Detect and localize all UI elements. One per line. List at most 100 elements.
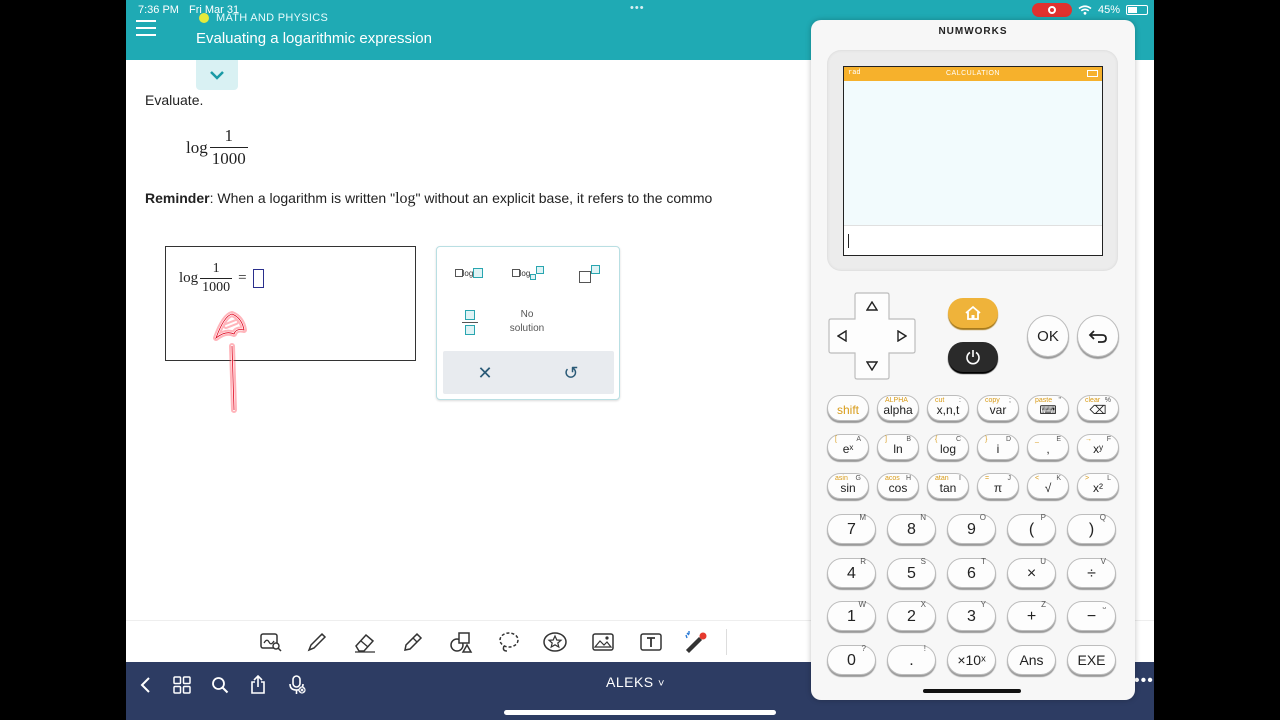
calc-key-shift-label: copy [985, 397, 1000, 404]
sticker-icon[interactable] [542, 629, 568, 655]
arrow-up-button[interactable] [861, 295, 883, 317]
calc-key-1-2[interactable]: log{C [927, 434, 969, 460]
calc-numkey-3-4[interactable]: EXE [1067, 644, 1116, 675]
calc-key-0-0[interactable]: shift [827, 395, 869, 421]
arrow-down-button[interactable] [861, 355, 883, 377]
collapse-header-button[interactable] [196, 60, 238, 90]
calc-key-alpha-label: K [1056, 475, 1061, 482]
calc-numkey-2-0[interactable]: 1W [827, 600, 876, 631]
calc-numkey-alpha-label: W [858, 600, 866, 609]
calc-key-2-4[interactable]: √ < K [1027, 473, 1069, 499]
handwriting-search-icon[interactable] [258, 629, 284, 655]
calc-key-shift-label: cut [935, 397, 945, 404]
calc-key-0-1[interactable]: alpha ALPHA [877, 395, 919, 421]
search-icon[interactable] [209, 674, 231, 696]
log-subscript-button[interactable]: log [505, 261, 551, 285]
share-icon[interactable] [247, 674, 269, 696]
calc-key-1-3[interactable]: i} D [977, 434, 1019, 460]
chevron-down-icon [210, 71, 224, 80]
calc-key-2-0[interactable]: sin asin G [827, 473, 869, 499]
calc-numkey-2-4[interactable]: − ⎵ [1067, 600, 1116, 631]
hamburger-menu-icon[interactable] [136, 20, 156, 36]
calc-numkey-label: ) [1088, 521, 1095, 538]
calculator-back-button[interactable] [1077, 315, 1119, 357]
calc-numkey-2-3[interactable]: + Z [1007, 600, 1056, 631]
calc-numkey-0-1[interactable]: 8N [887, 513, 936, 544]
clear-button[interactable]: ✕ [465, 359, 505, 387]
calc-numkey-3-3[interactable]: Ans [1007, 644, 1056, 675]
calc-key-2-3[interactable]: π = J [977, 473, 1019, 499]
calc-key-1-0[interactable]: eˣ [A [827, 434, 869, 460]
calc-numkey-1-0[interactable]: 4R [827, 557, 876, 588]
calc-numkey-0-4[interactable]: ) Q [1067, 513, 1116, 544]
back-icon[interactable] [134, 674, 156, 696]
apple-pencil-icon[interactable] [684, 629, 710, 655]
calc-numkey-0-2[interactable]: 9O [947, 513, 996, 544]
screen-record-icon[interactable] [1031, 3, 1072, 17]
log-base-button[interactable]: log [447, 261, 491, 285]
lasso-icon[interactable] [496, 629, 522, 655]
app-switcher-button[interactable]: ALEKS ˅ [606, 674, 665, 690]
multitask-dots[interactable]: ••• [630, 2, 645, 14]
calc-key-alpha-label: I [959, 475, 961, 482]
image-icon[interactable] [590, 629, 616, 655]
answer-input-slot[interactable] [252, 269, 264, 288]
calc-key-label: π [993, 481, 1003, 495]
calculator-home-button[interactable] [948, 298, 998, 328]
calc-key-1-4[interactable]: , _ E [1027, 434, 1069, 460]
undo-button[interactable]: ↺ [551, 359, 591, 387]
text-box-icon[interactable] [638, 629, 664, 655]
calc-key-2-1[interactable]: cos acos H [877, 473, 919, 499]
marker-icon[interactable] [400, 629, 426, 655]
tabs-grid-icon[interactable] [171, 674, 193, 696]
no-solution-button[interactable]: No solution [499, 305, 555, 339]
calculator-power-button[interactable] [948, 342, 998, 372]
calc-numkey-3-2[interactable]: ×10ˣ [947, 644, 996, 675]
calc-key-0-5[interactable]: ⌫ clear% [1077, 395, 1119, 421]
calc-key-0-4[interactable]: ⌨ paste " [1027, 395, 1069, 421]
calc-numkey-3-0[interactable]: 0? [827, 644, 876, 675]
log-text: log [186, 137, 208, 157]
calc-key-2-5[interactable]: x² > L [1077, 473, 1119, 499]
calc-numkey-1-2[interactable]: 6T [947, 557, 996, 588]
pen-icon[interactable] [304, 629, 330, 655]
calc-key-0-2[interactable]: x,n,t cut: [927, 395, 969, 421]
toolbar-divider [726, 629, 727, 655]
answer-expression: log 1 1000 = [179, 261, 264, 296]
shapes-icon[interactable] [448, 629, 474, 655]
calc-key-1-1[interactable]: ln] B [877, 434, 919, 460]
calc-numkey-alpha-label: S [920, 556, 926, 566]
calc-numkey-0-3[interactable]: (P [1007, 513, 1056, 544]
calc-numkey-3-1[interactable]: .! [887, 644, 936, 675]
calc-numkey-label: − [1086, 608, 1097, 625]
calc-numkey-2-2[interactable]: 3Y [947, 600, 996, 631]
arrow-right-button[interactable] [891, 325, 913, 347]
calculator-input-line[interactable] [844, 225, 1102, 255]
eraser-icon[interactable] [352, 629, 378, 655]
calc-numkey-1-4[interactable]: ÷ V [1067, 557, 1116, 588]
calc-key-alpha-label: H [905, 475, 911, 482]
calc-numkey-0-0[interactable]: 7M [827, 513, 876, 544]
undo-icon: ↺ [563, 362, 579, 383]
more-options-icon[interactable]: ••• [1134, 672, 1154, 690]
fraction-button[interactable] [453, 305, 487, 339]
calc-numkey-1-1[interactable]: 5S [887, 556, 936, 588]
calc-key-2-2[interactable]: tan atan I [927, 473, 969, 499]
home-indicator[interactable] [504, 710, 776, 715]
calc-numkey-2-1[interactable]: 2X [887, 600, 936, 631]
instruction-text: Evaluate. [145, 92, 204, 108]
calculator-ok-button[interactable]: OK [1027, 315, 1069, 357]
microphone-mute-icon[interactable] [286, 674, 308, 696]
power-icon [966, 350, 980, 365]
fraction: 1 1000 [209, 126, 248, 169]
calc-numkey-alpha-label: M [859, 513, 866, 522]
calc-key-1-5[interactable]: xʸ → F [1077, 434, 1119, 460]
arrow-left-button[interactable] [831, 325, 853, 347]
answer-area[interactable]: log 1 1000 = [165, 246, 416, 361]
calc-key-alpha-label: J [1007, 475, 1012, 482]
calc-numkey-1-3[interactable]: × U [1007, 557, 1056, 588]
calc-numkey-label: 4 [847, 564, 856, 582]
calc-key-0-3[interactable]: var copy; [977, 395, 1019, 421]
exponent-button[interactable] [569, 259, 609, 287]
arrow-down-icon [866, 361, 878, 371]
